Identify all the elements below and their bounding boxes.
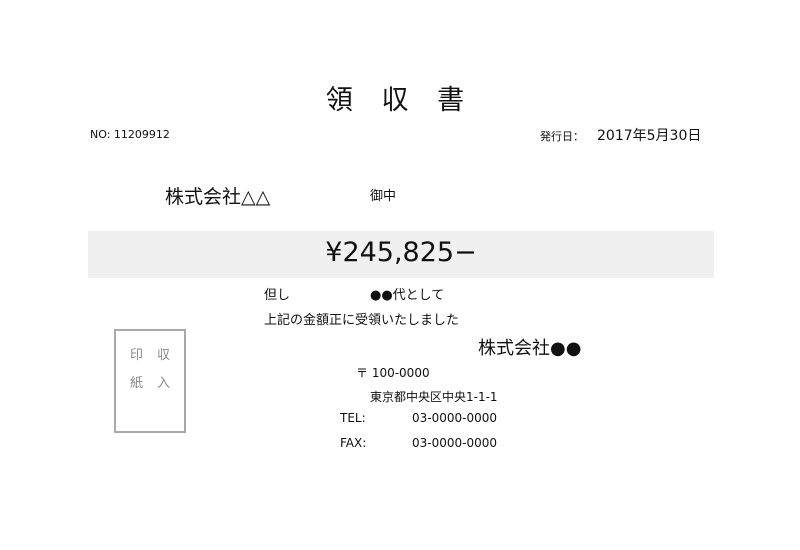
amount-value: ¥245,825− (325, 237, 477, 268)
issuer-name: 株式会社●● (478, 338, 582, 359)
receipt-confirmation: 上記の金額正に受領いたしました (264, 313, 460, 328)
fax-number: 03-0000-0000 (412, 436, 498, 450)
revenue-stamp-line1: 印収 (130, 348, 185, 363)
issue-date-label: 発行日： (540, 130, 584, 143)
receipt-number: NO: 11209912 (90, 128, 170, 141)
tel-number: 03-0000-0000 (412, 411, 498, 425)
revenue-stamp-line2: 紙入 (130, 376, 185, 391)
proviso-label: 但し (264, 288, 291, 303)
recipient-name: 株式会社△△ (165, 186, 271, 208)
fax-label: FAX: (340, 436, 367, 450)
issuer-postal-code: 〒 100-0000 (356, 366, 430, 380)
revenue-stamp-box: 印収 紙入 (114, 329, 186, 433)
tel-label: TEL: (340, 411, 366, 425)
recipient-honorific: 御中 (370, 189, 397, 204)
issuer-address: 東京都中央区中央1-1-1 (370, 390, 498, 404)
issue-date: 2017年5月30日 (597, 128, 702, 144)
proviso-purpose: ●●代として (370, 288, 445, 303)
receipt-title: 領 収 書 (325, 85, 475, 116)
